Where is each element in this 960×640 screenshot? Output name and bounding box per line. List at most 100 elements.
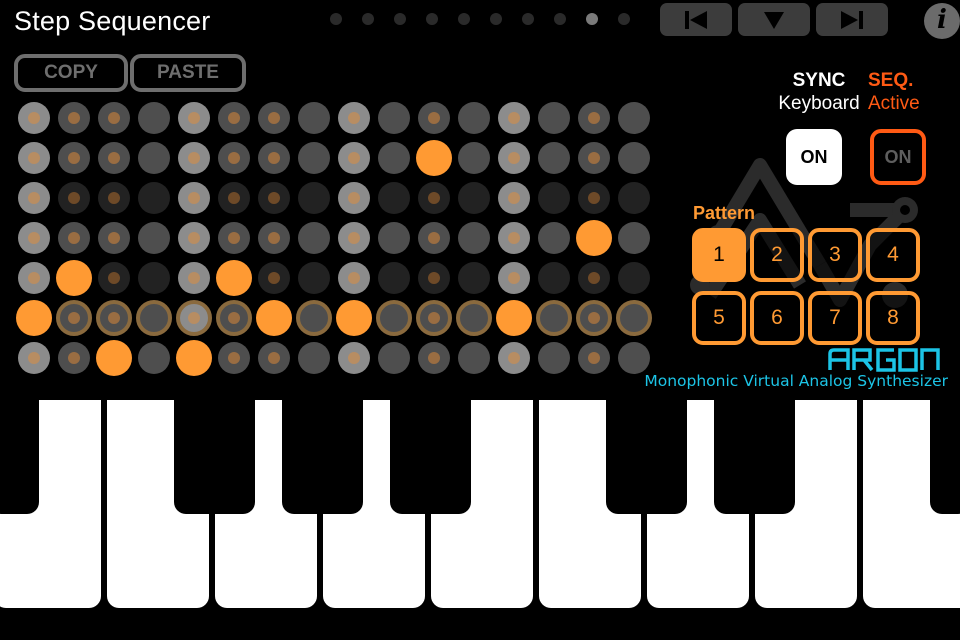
step-cell[interactable]: [458, 262, 490, 294]
step-cell[interactable]: [458, 222, 490, 254]
step-cell[interactable]: [298, 182, 330, 214]
step-cell[interactable]: [258, 262, 290, 294]
step-cell[interactable]: [138, 342, 170, 374]
step-cell[interactable]: [58, 222, 90, 254]
step-cell[interactable]: [138, 222, 170, 254]
step-cell[interactable]: [418, 262, 450, 294]
step-cell[interactable]: [56, 260, 92, 296]
step-cell[interactable]: [176, 340, 212, 376]
step-cell[interactable]: [218, 342, 250, 374]
step-cell[interactable]: [96, 340, 132, 376]
step-cell[interactable]: [418, 222, 450, 254]
black-key[interactable]: [282, 400, 363, 514]
step-cell[interactable]: [576, 220, 612, 256]
step-cell[interactable]: [418, 102, 450, 134]
pattern-button-3[interactable]: 3: [808, 228, 862, 282]
step-cell[interactable]: [216, 300, 252, 336]
step-cell[interactable]: [58, 182, 90, 214]
step-cell[interactable]: [298, 262, 330, 294]
pattern-button-6[interactable]: 6: [750, 291, 804, 345]
previous-button[interactable]: [660, 3, 732, 36]
step-cell[interactable]: [178, 102, 210, 134]
step-cell[interactable]: [18, 142, 50, 174]
step-cell[interactable]: [138, 262, 170, 294]
step-cell[interactable]: [378, 102, 410, 134]
step-cell[interactable]: [458, 342, 490, 374]
step-cell[interactable]: [538, 222, 570, 254]
step-cell[interactable]: [298, 142, 330, 174]
step-cell[interactable]: [298, 222, 330, 254]
step-cell[interactable]: [298, 342, 330, 374]
step-cell[interactable]: [16, 300, 52, 336]
step-cell[interactable]: [258, 182, 290, 214]
step-cell[interactable]: [98, 182, 130, 214]
info-button[interactable]: i: [924, 3, 960, 39]
step-cell[interactable]: [498, 342, 530, 374]
pattern-button-4[interactable]: 4: [866, 228, 920, 282]
step-cell[interactable]: [258, 102, 290, 134]
black-key[interactable]: [174, 400, 255, 514]
step-cell[interactable]: [176, 300, 212, 336]
step-cell[interactable]: [378, 222, 410, 254]
pattern-button-5[interactable]: 5: [692, 291, 746, 345]
step-cell[interactable]: [138, 142, 170, 174]
step-cell[interactable]: [416, 140, 452, 176]
step-cell[interactable]: [58, 342, 90, 374]
step-cell[interactable]: [498, 222, 530, 254]
step-cell[interactable]: [618, 102, 650, 134]
sync-keyboard-toggle[interactable]: ON: [786, 129, 842, 185]
step-cell[interactable]: [216, 260, 252, 296]
step-cell[interactable]: [458, 142, 490, 174]
black-key[interactable]: [930, 400, 960, 514]
step-cell[interactable]: [458, 102, 490, 134]
step-cell[interactable]: [378, 262, 410, 294]
seq-active-toggle[interactable]: ON: [870, 129, 926, 185]
step-cell[interactable]: [618, 222, 650, 254]
step-cell[interactable]: [58, 102, 90, 134]
step-cell[interactable]: [298, 102, 330, 134]
step-cell[interactable]: [498, 262, 530, 294]
step-cell[interactable]: [458, 182, 490, 214]
step-cell[interactable]: [218, 182, 250, 214]
step-cell[interactable]: [378, 342, 410, 374]
step-cell[interactable]: [538, 182, 570, 214]
pattern-button-1[interactable]: 1: [692, 228, 746, 282]
step-cell[interactable]: [338, 182, 370, 214]
step-cell[interactable]: [18, 262, 50, 294]
step-cell[interactable]: [618, 142, 650, 174]
step-cell[interactable]: [338, 342, 370, 374]
step-cell[interactable]: [338, 102, 370, 134]
step-cell[interactable]: [578, 102, 610, 134]
step-cell[interactable]: [178, 182, 210, 214]
step-cell[interactable]: [538, 142, 570, 174]
step-cell[interactable]: [498, 102, 530, 134]
step-cell[interactable]: [376, 300, 412, 336]
step-cell[interactable]: [416, 300, 452, 336]
step-cell[interactable]: [258, 342, 290, 374]
step-cell[interactable]: [18, 222, 50, 254]
step-cell[interactable]: [218, 222, 250, 254]
step-cell[interactable]: [18, 102, 50, 134]
step-cell[interactable]: [218, 102, 250, 134]
step-cell[interactable]: [578, 262, 610, 294]
step-cell[interactable]: [178, 142, 210, 174]
step-cell[interactable]: [256, 300, 292, 336]
step-cell[interactable]: [98, 142, 130, 174]
step-cell[interactable]: [618, 342, 650, 374]
step-cell[interactable]: [538, 342, 570, 374]
step-cell[interactable]: [138, 182, 170, 214]
black-key[interactable]: [606, 400, 687, 514]
step-cell[interactable]: [178, 262, 210, 294]
black-key[interactable]: [0, 400, 39, 514]
step-cell[interactable]: [18, 342, 50, 374]
step-cell[interactable]: [338, 142, 370, 174]
step-cell[interactable]: [258, 222, 290, 254]
step-cell[interactable]: [258, 142, 290, 174]
step-cell[interactable]: [618, 262, 650, 294]
step-cell[interactable]: [618, 182, 650, 214]
step-cell[interactable]: [378, 182, 410, 214]
black-key[interactable]: [714, 400, 795, 514]
step-cell[interactable]: [538, 262, 570, 294]
step-cell[interactable]: [418, 182, 450, 214]
pattern-button-2[interactable]: 2: [750, 228, 804, 282]
